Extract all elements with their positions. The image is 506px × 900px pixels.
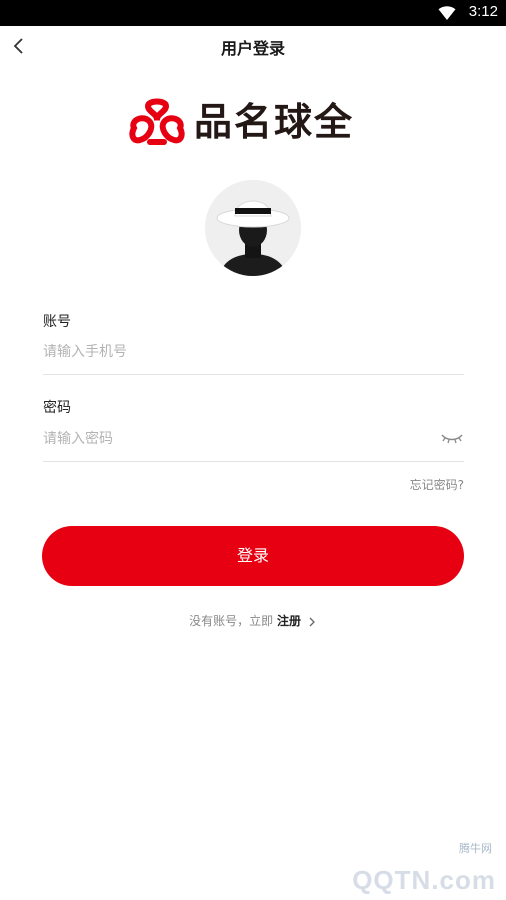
wifi-icon bbox=[438, 6, 456, 20]
password-visibility-toggle[interactable] bbox=[440, 430, 464, 446]
login-button[interactable]: 登录 bbox=[42, 526, 464, 586]
avatar[interactable] bbox=[205, 180, 301, 276]
register-prompt: 没有账号，立即 bbox=[189, 614, 274, 628]
account-input[interactable] bbox=[43, 338, 423, 366]
avatar-portrait-image bbox=[205, 180, 301, 276]
password-input[interactable] bbox=[43, 425, 423, 453]
login-page: 3:12 用户登录 品名球全 账号 请输入手机号 密码 忘记密码? 登录 没有账… bbox=[0, 0, 506, 900]
forgot-password-link[interactable]: 忘记密码? bbox=[410, 476, 464, 493]
top-app-bar: 用户登录 bbox=[0, 26, 506, 66]
password-label: 密码 bbox=[43, 400, 71, 416]
status-time: 3:12 bbox=[468, 3, 498, 20]
account-label: 账号 bbox=[43, 314, 71, 330]
password-divider bbox=[43, 461, 464, 462]
watermark-main: QQTN.com bbox=[352, 865, 496, 895]
brand-logo: 品名球全 bbox=[128, 98, 380, 148]
eye-closed-icon bbox=[441, 434, 463, 444]
watermark: 腾牛网 QQTN.com bbox=[292, 840, 502, 896]
status-bar: 3:12 bbox=[0, 0, 506, 26]
watermark-top: 腾牛网 bbox=[459, 842, 492, 855]
account-divider bbox=[43, 374, 464, 375]
page-title: 用户登录 bbox=[220, 39, 285, 58]
logo-wordmark: 品名球全 bbox=[194, 100, 355, 144]
register-row: 没有账号，立即 注册 bbox=[0, 612, 506, 629]
register-link[interactable]: 注册 bbox=[277, 614, 301, 628]
logo-mark-icon bbox=[129, 98, 185, 145]
chevron-right-icon bbox=[309, 617, 315, 626]
